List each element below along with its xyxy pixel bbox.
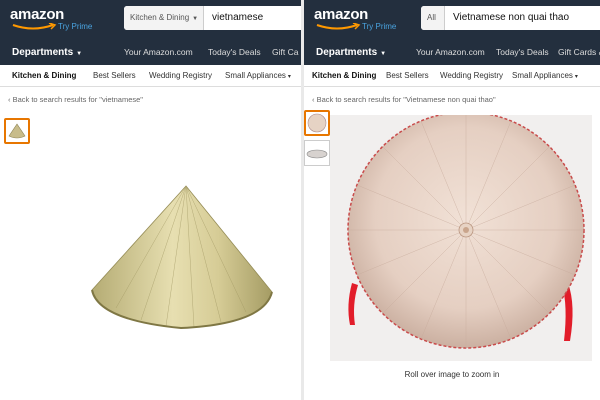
subnav-best-sellers[interactable]: Best Sellers [386, 65, 429, 87]
logo-text: amazon [314, 6, 369, 23]
conical-hat-thumb-icon [8, 123, 26, 139]
departments-menu[interactable]: Departments ▼ [316, 40, 386, 67]
search-bar: All▼ Vietnamese non quai thao [421, 6, 600, 30]
nav-link-todays-deals[interactable]: Today's Deals [496, 40, 549, 65]
header-bar: amazon Try Prime Kitchen & Dining ▼ vietn… [0, 0, 301, 40]
chevron-down-icon: ▾ [574, 74, 578, 80]
chevron-down-icon: ▼ [192, 16, 199, 22]
subnav-wedding-registry[interactable]: Wedding Registry [149, 65, 212, 87]
subnav-kitchen-dining[interactable]: Kitchen & Dining [312, 65, 376, 87]
nav-link-your-amazon[interactable]: Your Amazon.com [124, 40, 193, 65]
search-category-dropdown[interactable]: All▼ [421, 6, 445, 30]
thumbnail-1[interactable] [304, 110, 330, 136]
product-image-conical-hat[interactable] [86, 180, 276, 340]
search-category-label: Kitchen & Dining [130, 13, 190, 22]
subnav-wedding-registry[interactable]: Wedding Registry [440, 65, 503, 87]
subnav-small-appliances-label: Small Appliances [512, 71, 573, 80]
logo-smile-icon [12, 23, 57, 30]
search-category-dropdown[interactable]: Kitchen & Dining ▼ [124, 6, 204, 30]
nav-bar: Departments ▼ Your Amazon.com Today's Dea… [0, 40, 301, 65]
chevron-down-icon: ▼ [76, 51, 83, 57]
nav-link-todays-deals[interactable]: Today's Deals [208, 40, 261, 65]
zoom-hint: Roll over image to zoom in [404, 370, 500, 379]
chevron-down-icon: ▾ [287, 74, 291, 80]
left-product-page: amazon Try Prime Kitchen & Dining ▼ vietn… [0, 0, 301, 400]
try-prime-link[interactable]: Try Prime [362, 22, 396, 31]
hat-top-view-thumb-icon [307, 113, 327, 133]
nav-link-gift-cards[interactable]: Gift Ca [272, 40, 298, 65]
category-subnav: Kitchen & Dining Best Sellers Wedding Re… [0, 65, 301, 87]
departments-menu[interactable]: Departments ▼ [12, 40, 82, 67]
amazon-logo[interactable]: amazon Try Prime [10, 6, 105, 36]
subnav-small-appliances[interactable]: Small Appliances ▾ [225, 65, 291, 88]
departments-label: Departments [316, 47, 378, 58]
subnav-best-sellers[interactable]: Best Sellers [93, 65, 136, 87]
subnav-small-appliances-label: Small Appliances [225, 71, 286, 80]
category-subnav: Kitchen & Dining Best Sellers Wedding Re… [304, 65, 600, 87]
nav-link-your-amazon[interactable]: Your Amazon.com [416, 40, 485, 65]
back-to-results-link[interactable]: ‹ Back to search results for "Vietnamese… [312, 95, 496, 104]
search-category-label: All [427, 13, 436, 22]
header-bar: amazon Try Prime All▼ Vietnamese non qua… [304, 0, 600, 40]
subnav-kitchen-dining[interactable]: Kitchen & Dining [12, 65, 76, 87]
logo-text: amazon [10, 6, 65, 23]
search-input[interactable]: Vietnamese non quai thao [453, 6, 569, 30]
amazon-logo[interactable]: amazon Try Prime [314, 6, 409, 36]
search-bar: Kitchen & Dining ▼ vietnamese [124, 6, 301, 30]
departments-label: Departments [12, 47, 74, 58]
chevron-down-icon: ▼ [380, 51, 387, 57]
try-prime-link[interactable]: Try Prime [58, 22, 92, 31]
subnav-small-appliances[interactable]: Small Appliances ▾ [512, 65, 578, 88]
right-product-page: amazon Try Prime All▼ Vietnamese non qua… [304, 0, 600, 400]
product-image-non-quai-thao[interactable] [330, 115, 592, 361]
logo-smile-icon [316, 23, 361, 30]
non-quai-thao-hat-image [330, 115, 592, 361]
hat-side-view-thumb-icon [306, 149, 328, 159]
search-input[interactable]: vietnamese [212, 6, 263, 30]
nav-bar: Departments ▼ Your Amazon.com Today's Dea… [304, 40, 600, 65]
conical-hat-image [91, 185, 273, 330]
thumbnail-1[interactable] [4, 118, 30, 144]
back-to-results-link[interactable]: ‹ Back to search results for "vietnamese… [8, 95, 143, 104]
screenshot-composite: amazon Try Prime Kitchen & Dining ▼ vietn… [0, 0, 600, 400]
thumbnail-2[interactable] [304, 140, 330, 166]
nav-link-gift-cards[interactable]: Gift Cards & [558, 40, 600, 65]
